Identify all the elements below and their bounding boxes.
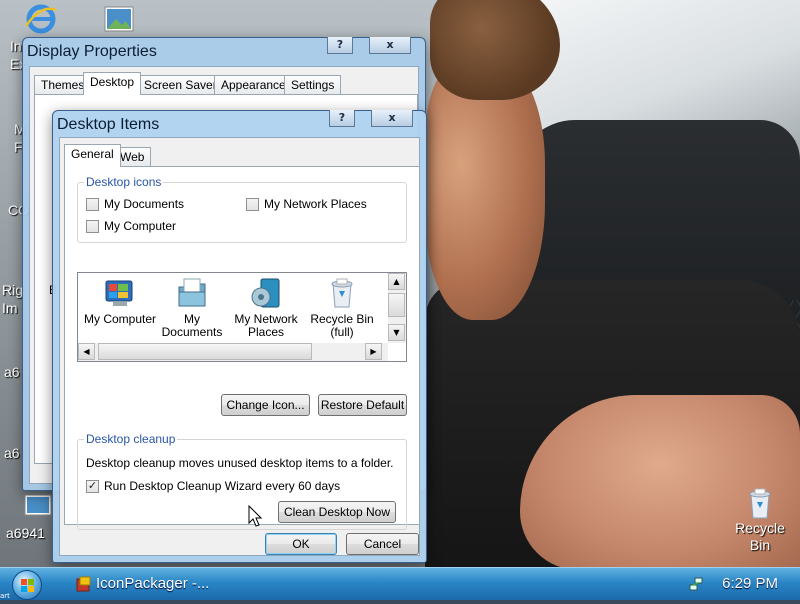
desktop-items-dialog[interactable]: Desktop Items ? x General Web Desktop ic… <box>52 110 427 563</box>
list-item-my-documents[interactable]: My Documents <box>154 277 230 339</box>
restore-default-button[interactable]: Restore Default <box>318 394 407 416</box>
network-icon <box>251 278 280 308</box>
desktop-icons-group: Desktop icons My Documents My Network Pl… <box>77 175 407 243</box>
display-properties-titlebar[interactable]: Display Properties <box>23 38 425 66</box>
mouse-cursor-icon <box>248 505 262 527</box>
computer-icon <box>105 280 133 306</box>
list-item-label: My Network Places <box>234 312 298 339</box>
listview-vertical-scrollbar[interactable]: ▲ ▼ <box>388 273 406 343</box>
tab-desktop[interactable]: Desktop <box>83 72 142 95</box>
taskbar-item-label: IconPackager -... <box>96 575 210 592</box>
desktop-icon-label-im[interactable]: Im <box>2 300 18 317</box>
list-item-label: My Computer <box>83 312 157 326</box>
taskbar-clock[interactable]: 6:29 PM <box>722 575 778 592</box>
checkbox-box[interactable] <box>86 197 99 211</box>
scroll-up-arrow-icon[interactable]: ▲ <box>388 273 405 290</box>
list-item-label: Recycle Bin (full) <box>310 312 374 339</box>
list-item-recycle-bin[interactable]: Recycle Bin (full) <box>304 277 380 339</box>
desktop-cleanup-group: Desktop cleanup Desktop cleanup moves un… <box>77 432 407 530</box>
change-icon-button[interactable]: Change Icon... <box>221 394 310 416</box>
window-title: Display Properties <box>27 43 157 60</box>
clean-desktop-now-button[interactable]: Clean Desktop Now <box>278 501 396 523</box>
desktop-recycle-bin[interactable]: Recycle Bin <box>724 486 796 554</box>
network-tray-icon[interactable] <box>688 576 704 592</box>
tab-appearance[interactable]: Appearance <box>214 75 293 95</box>
desktop-items-client: General Web Desktop icons My Documents M… <box>59 137 420 556</box>
cleanup-description: Desktop cleanup moves unused desktop ite… <box>86 456 394 470</box>
checkbox-label: My Documents <box>104 197 185 211</box>
scroll-thumb[interactable] <box>388 293 405 317</box>
checkbox-label: Run Desktop Cleanup Wizard every 60 days <box>104 479 341 493</box>
list-item-my-network-places[interactable]: My Network Places <box>228 277 304 339</box>
start-corner-text: art <box>0 592 10 600</box>
picture-file-icon[interactable] <box>104 6 134 32</box>
desktop-icon-listview[interactable]: My Computer My Documents My Network Plac… <box>77 272 407 362</box>
listview-horizontal-scrollbar[interactable]: ◀ ▶ <box>78 343 388 361</box>
checkbox-my-network-places[interactable]: My Network Places <box>246 197 367 211</box>
help-button[interactable]: ? <box>327 37 353 54</box>
scroll-thumb[interactable] <box>98 343 312 360</box>
scroll-left-arrow-icon[interactable]: ◀ <box>78 343 95 360</box>
checkbox-my-documents[interactable]: My Documents <box>86 197 184 211</box>
documents-icon <box>178 278 206 307</box>
desktop-icon-label-a6941[interactable]: a6941 <box>6 525 45 542</box>
windows-logo-icon <box>21 579 34 592</box>
desktop-icon-label-a69-1[interactable]: a6 <box>4 364 20 381</box>
tab-general[interactable]: General <box>64 144 121 167</box>
dialog-title: Desktop Items <box>57 116 160 133</box>
scroll-right-arrow-icon[interactable]: ▶ <box>365 343 382 360</box>
close-button[interactable]: x <box>369 37 411 54</box>
recycle-bin-label: Recycle Bin <box>735 520 785 553</box>
checkbox-box[interactable] <box>86 219 99 233</box>
internet-explorer-icon[interactable] <box>24 2 58 36</box>
recycle-bin-full-icon <box>749 488 771 519</box>
picture-file-icon-bottom[interactable] <box>24 494 52 516</box>
checkbox-run-cleanup-wizard[interactable]: ✓ Run Desktop Cleanup Wizard every 60 da… <box>86 479 340 493</box>
taskbar: art IconPackager -... 6:29 PM <box>0 567 800 600</box>
checkbox-label: My Network Places <box>264 197 367 211</box>
tab-screen-saver[interactable]: Screen Saver <box>137 75 224 95</box>
checkbox-my-computer[interactable]: My Computer <box>86 219 176 233</box>
wallpaper-hair <box>430 0 560 100</box>
tab-settings[interactable]: Settings <box>284 75 342 95</box>
iconpackager-icon <box>76 576 91 591</box>
desktop-icon-label-ie[interactable]: In <box>10 38 22 55</box>
ok-button[interactable]: OK <box>265 533 337 555</box>
list-item-my-computer[interactable]: My Computer <box>82 277 158 326</box>
start-button[interactable] <box>12 570 42 600</box>
wallpaper-car-window <box>520 0 800 140</box>
general-tab-panel: Desktop icons My Documents My Network Pl… <box>64 166 420 530</box>
list-item-label: My Documents <box>161 312 223 339</box>
cancel-button[interactable]: Cancel <box>346 533 419 555</box>
desktop-icon-label-rig[interactable]: Rig <box>2 282 23 299</box>
checkbox-box-checked[interactable]: ✓ <box>86 479 99 493</box>
scroll-down-arrow-icon[interactable]: ▼ <box>388 324 405 341</box>
taskbar-item-iconpackager[interactable]: IconPackager -... <box>76 575 209 592</box>
group-title-desktop-cleanup: Desktop cleanup <box>84 432 178 446</box>
checkbox-box[interactable] <box>246 197 259 211</box>
checkbox-label: My Computer <box>104 219 177 233</box>
close-button[interactable]: x <box>371 110 413 127</box>
group-title-desktop-icons: Desktop icons <box>84 175 164 189</box>
recycle-bin-full-icon <box>331 278 353 308</box>
desktop-icon-label-a69-2[interactable]: a6 <box>4 445 20 462</box>
help-button[interactable]: ? <box>329 110 355 127</box>
